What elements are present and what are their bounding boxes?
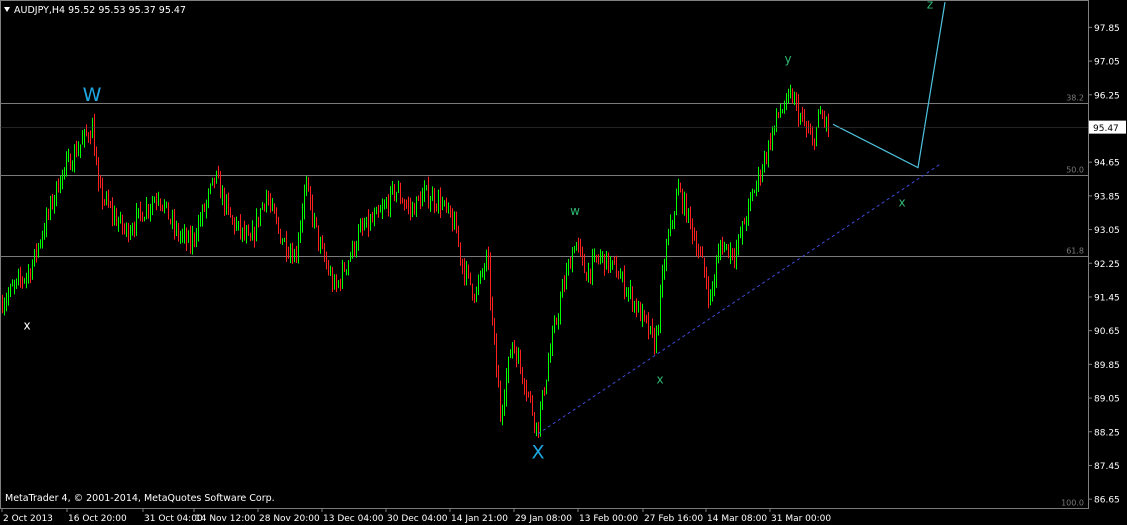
x-tick-label: 2 Oct 2013 <box>3 514 53 524</box>
chart-canvas[interactable]: 38.2 50.0 61.8 100.0 W X Yx w x y x z 97.85 97.05 96… <box>0 0 1127 525</box>
wave-label-x: X <box>531 441 544 463</box>
current-price-label: 95.47 <box>1093 124 1119 134</box>
x-tick-label: 14 Mar 08:00 <box>707 514 767 524</box>
symbol-title: AUDJPY,H4 95.52 95.53 95.37 95.47 <box>14 5 186 16</box>
y-tick-label: 96.25 <box>1094 91 1120 101</box>
chart-background <box>0 0 1127 525</box>
y-tick-label: 92.25 <box>1094 260 1120 270</box>
x-tick-label: 14 Nov 12:00 <box>195 514 256 524</box>
x-tick-label: 31 Mar 00:00 <box>771 514 831 524</box>
wave-label-w: W <box>83 84 102 106</box>
wave-label-x: x <box>656 372 663 386</box>
y-tick-label: 86.65 <box>1094 496 1120 506</box>
x-tick-label: 16 Oct 20:00 <box>68 514 127 524</box>
wave-label-x: x <box>898 195 905 209</box>
y-tick-label: 88.25 <box>1094 428 1120 438</box>
x-tick-label: 27 Feb 16:00 <box>644 514 703 524</box>
x-tick-label: 13 Dec 04:00 <box>323 514 384 524</box>
y-tick-label: 93.85 <box>1094 192 1120 202</box>
y-tick-label: 97.85 <box>1094 24 1120 34</box>
fib-level-label: 100.0 <box>1061 499 1084 508</box>
x-tick-label: 13 Feb 00:00 <box>579 514 638 524</box>
y-tick-label: 90.65 <box>1094 327 1120 337</box>
wave-label-w: w <box>570 204 580 218</box>
fib-level-label: 50.0 <box>1066 166 1084 175</box>
copyright-text: MetaTrader 4, © 2001-2014, MetaQuotes So… <box>5 493 275 504</box>
fib-level-label: 61.8 <box>1066 247 1084 256</box>
y-tick-label: 87.45 <box>1094 462 1120 472</box>
y-tick-label: 94.65 <box>1094 159 1120 169</box>
fib-level-label: 38.2 <box>1066 94 1084 103</box>
y-tick-label: 91.45 <box>1094 293 1120 303</box>
y-tick-label: 93.05 <box>1094 226 1120 236</box>
wave-label-y: Y <box>951 0 964 5</box>
x-tick-label: 29 Jan 08:00 <box>515 514 572 524</box>
wave-label-z: z <box>927 0 933 11</box>
y-tick-label: 97.05 <box>1094 58 1120 68</box>
x-tick-label: 30 Dec 04:00 <box>387 514 448 524</box>
y-tick-label: 89.85 <box>1094 361 1120 371</box>
x-tick-label: 28 Nov 20:00 <box>259 514 320 524</box>
wave-label-x: x <box>23 318 30 332</box>
wave-label-y: y <box>784 52 791 66</box>
x-tick-label: 14 Jan 21:00 <box>451 514 508 524</box>
y-tick-label: 89.05 <box>1094 395 1120 405</box>
